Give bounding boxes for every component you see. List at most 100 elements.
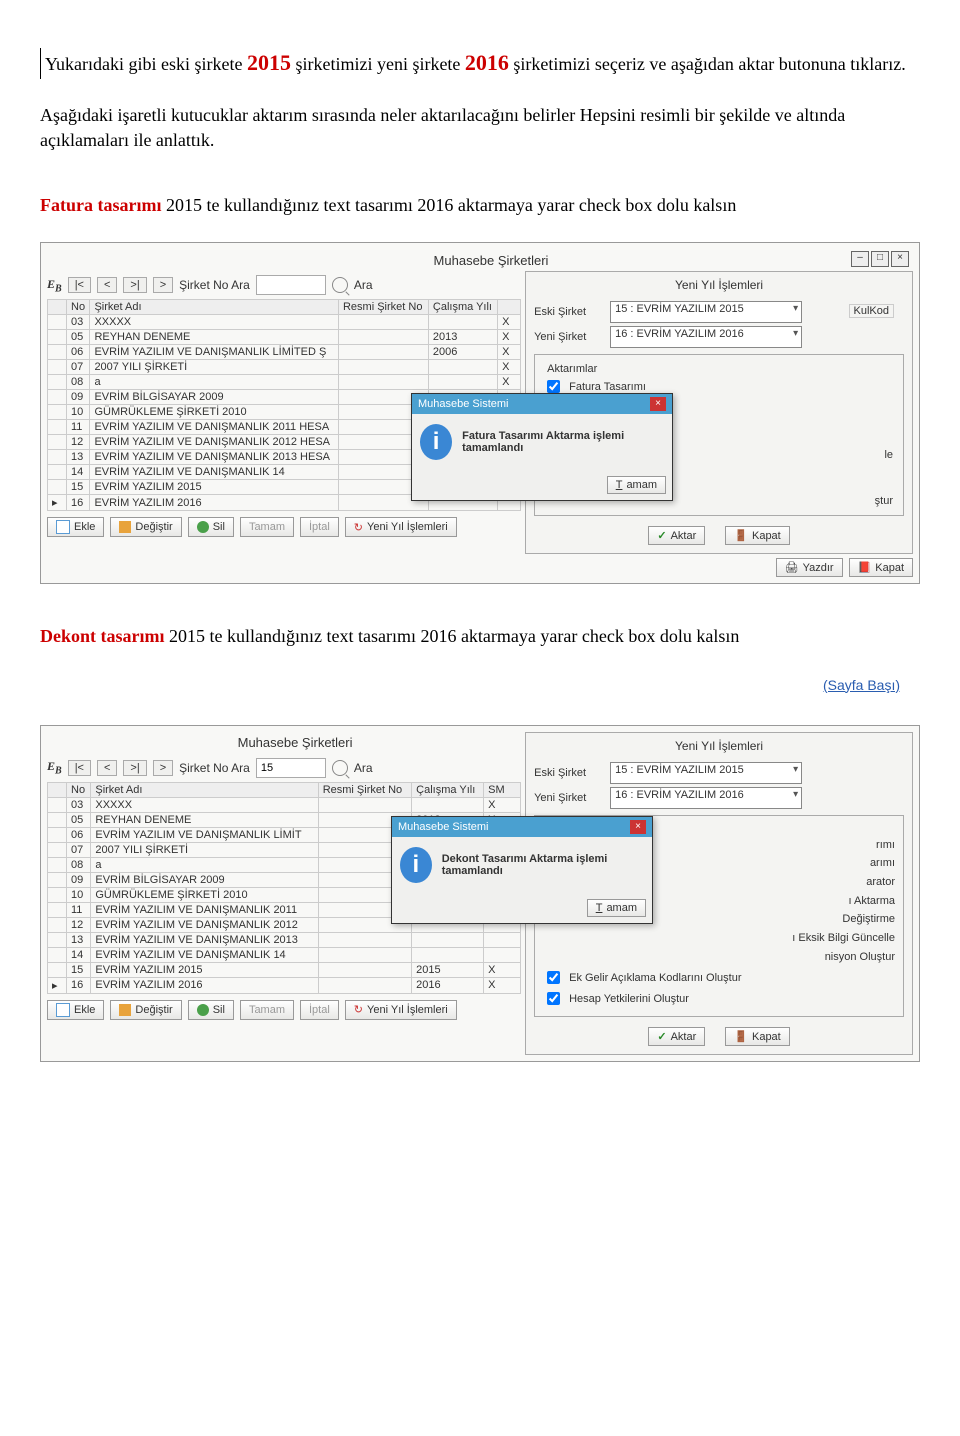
table-row: ▸16EVRİM YAZILIM 20162016X — [48, 977, 521, 993]
yeni-sirket-label: Yeni Şirket — [534, 792, 604, 804]
panel-title: Yeni Yıl İşlemleri — [534, 737, 904, 759]
refresh-icon: ↻ — [354, 521, 363, 534]
nav-next-button[interactable]: >| — [123, 277, 146, 293]
app-logo-icon — [412, 251, 434, 269]
nav-last-button[interactable]: > — [153, 760, 173, 776]
refresh-icon: ↻ — [354, 1003, 363, 1016]
ekle-button[interactable]: Ekle — [47, 517, 104, 537]
checkbox-fragment: nisyon Oluştur — [543, 948, 895, 967]
delete-icon — [197, 521, 209, 533]
ek-gelir-checkbox[interactable] — [547, 971, 560, 984]
header-sirket-adi: Şirket Adı — [91, 782, 318, 797]
sayfa-basi-link[interactable]: (Sayfa Başı) — [823, 677, 900, 693]
maximize-icon[interactable]: □ — [871, 251, 889, 267]
window-titlebar: Muhasebe Şirketleri – □ × — [47, 249, 913, 271]
table-row: 14EVRİM YAZILIM VE DANIŞMANLIK 14 — [48, 947, 521, 962]
nav-prev-button[interactable]: < — [97, 277, 117, 293]
sayfa-basi-link-wrap: (Sayfa Başı) — [40, 674, 900, 695]
nav-last-button[interactable]: > — [153, 277, 173, 293]
add-icon — [56, 520, 70, 534]
sirket-no-ara-label: Şirket No Ara — [179, 761, 250, 775]
intro-text-c: şirketimizi yeni şirkete — [295, 54, 464, 74]
info-icon: i — [400, 847, 432, 883]
nav-first-button[interactable]: |< — [68, 277, 91, 293]
table-row: 03XXXXXX — [48, 797, 521, 812]
eski-sirket-select[interactable]: 15 : EVRİM YAZILIM 2015 — [610, 762, 802, 784]
fatura-tasarimi-checkbox[interactable] — [547, 380, 560, 393]
kapat-button[interactable]: 🚪Kapat — [725, 1027, 789, 1046]
degistir-button[interactable]: Değiştir — [110, 517, 181, 537]
iptal-button[interactable]: İptal — [300, 1000, 339, 1020]
yeni-yil-button[interactable]: ↻Yeni Yıl İşlemleri — [345, 1000, 457, 1020]
kapat-main-button[interactable]: 📕Kapat — [849, 558, 913, 577]
header-resmi-sirket-no: Resmi Şirket No — [318, 782, 411, 797]
aktar-button[interactable]: ✓Aktar — [648, 1027, 705, 1046]
info-icon: i — [420, 424, 452, 460]
screenshot-1: Muhasebe Şirketleri – □ × EB |< < >| > Ş… — [40, 242, 920, 584]
fatura-paragraph: Fatura tasarımı 2015 te kullandığınız te… — [40, 193, 920, 218]
minimize-icon[interactable]: – — [851, 251, 869, 267]
sirket-no-ara-label: Şirket No Ara — [179, 278, 250, 292]
fatura-tasarimi-label: Fatura Tasarımı — [569, 381, 646, 393]
msgbox-title: Muhasebe Sistemi — [418, 398, 509, 410]
door-icon: 🚪 — [734, 529, 748, 542]
delete-icon — [197, 1004, 209, 1016]
ara-button[interactable]: Ara — [354, 278, 373, 292]
header-calisma-yili: Çalışma Yılı — [428, 300, 497, 315]
door-icon: 🚪 — [734, 1030, 748, 1043]
tamam-button[interactable]: Tamam — [240, 517, 294, 537]
aktar-button[interactable]: ✓Aktar — [648, 526, 705, 545]
yeni-sirket-select[interactable]: 16 : EVRİM YAZILIM 2016 — [610, 787, 802, 809]
nav-first-button[interactable]: |< — [68, 760, 91, 776]
fatura-rest: 2015 te kullandığınız text tasarımı 2016… — [166, 195, 736, 215]
window-title: Muhasebe Şirketleri — [238, 735, 353, 750]
kulkod-label: KulKod — [849, 304, 894, 318]
table-row: 08aX — [48, 375, 521, 390]
table-row: 15EVRİM YAZILIM 20152015X — [48, 962, 521, 977]
app-logo-icon — [216, 734, 238, 752]
message-box: Muhasebe Sistemi × i Fatura Tasarımı Akt… — [411, 393, 673, 501]
dekont-paragraph: Dekont tasarımı 2015 te kullandığınız te… — [40, 624, 920, 649]
eski-sirket-select[interactable]: 15 : EVRİM YAZILIM 2015 — [610, 301, 802, 323]
app-brand-icon: EB — [47, 277, 62, 294]
ekle-button[interactable]: Ekle — [47, 1000, 104, 1020]
nav-next-button[interactable]: >| — [123, 760, 146, 776]
msgbox-text: Fatura Tasarımı Aktarma işlemi tamamland… — [462, 430, 664, 454]
dekont-label: Dekont tasarımı — [40, 626, 165, 646]
yeni-sirket-select[interactable]: 16 : EVRİM YAZILIM 2016 — [610, 326, 802, 348]
sil-button[interactable]: Sil — [188, 517, 234, 537]
kapat-button[interactable]: 🚪Kapat — [725, 526, 789, 545]
checkbox-fragment: ştur — [875, 495, 893, 507]
hesap-yetki-checkbox[interactable] — [547, 992, 560, 1005]
iptal-button[interactable]: İptal — [300, 517, 339, 537]
eski-sirket-label: Eski Şirket — [534, 306, 604, 318]
window-titlebar: Muhasebe Şirketleri — [47, 732, 521, 754]
app-brand-icon: EB — [47, 759, 62, 776]
exit-icon: 📕 — [858, 561, 872, 574]
ara-button[interactable]: Ara — [354, 761, 373, 775]
degistir-button[interactable]: Değiştir — [110, 1000, 181, 1020]
yeni-yil-button[interactable]: ↻Yeni Yıl İşlemleri — [345, 517, 457, 537]
header-no: No — [67, 782, 91, 797]
msgbox-ok-button[interactable]: Tamam — [587, 899, 646, 917]
close-icon[interactable]: × — [891, 251, 909, 267]
intro-paragraph-2: Aşağıdaki işaretli kutucuklar aktarım sı… — [40, 103, 920, 153]
nav-prev-button[interactable]: < — [97, 760, 117, 776]
msgbox-ok-button[interactable]: TTamamamam — [607, 476, 666, 494]
print-icon: 🖨 — [785, 561, 799, 574]
sirket-no-input[interactable] — [256, 275, 326, 295]
table-row: 072007 YILI ŞİRKETİX — [48, 360, 521, 375]
sirket-no-input[interactable] — [256, 758, 326, 778]
header-sirket-adi: Şirket Adı — [90, 300, 339, 315]
intro-text-a: Yukarıdaki gibi eski şirkete — [45, 54, 247, 74]
header-resmi-sirket-no: Resmi Şirket No — [338, 300, 428, 315]
check-icon: ✓ — [657, 529, 666, 542]
msgbox-close-button[interactable]: × — [630, 820, 646, 834]
hesap-yetki-label: Hesap Yetkilerini Oluştur — [569, 993, 689, 1005]
msgbox-close-button[interactable]: × — [650, 397, 666, 411]
tamam-button[interactable]: Tamam — [240, 1000, 294, 1020]
yazdir-button[interactable]: 🖨Yazdır — [776, 558, 843, 577]
checkbox-fragment: le — [884, 449, 893, 461]
header-x — [498, 300, 521, 315]
sil-button[interactable]: Sil — [188, 1000, 234, 1020]
